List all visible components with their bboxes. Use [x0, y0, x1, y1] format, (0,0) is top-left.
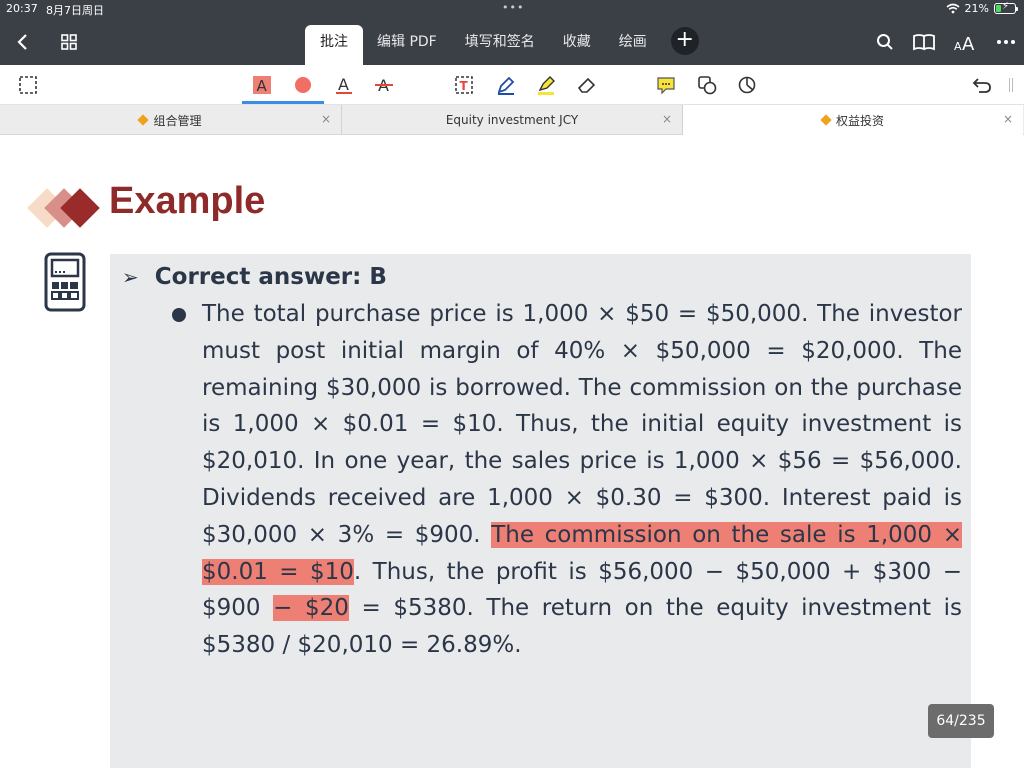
- strikethrough-text-icon[interactable]: A: [370, 71, 398, 99]
- close-tab-icon[interactable]: ×: [1003, 112, 1013, 126]
- book-icon[interactable]: [912, 33, 936, 51]
- document-tabs: 组合管理 × Equity investment JCY × 权益投资 ×: [0, 105, 1024, 135]
- toolbar-divider-icon: [1004, 71, 1018, 99]
- comment-icon[interactable]: [652, 71, 680, 99]
- doc-tab-equity-investment-jcy[interactable]: Equity investment JCY ×: [341, 105, 682, 135]
- svg-text:A: A: [954, 40, 962, 52]
- annotation-toolbar: A A A T: [0, 65, 1024, 105]
- doc-tab-portfolio[interactable]: 组合管理 ×: [0, 105, 341, 135]
- search-icon[interactable]: [876, 33, 894, 51]
- color-dot-icon[interactable]: [289, 71, 317, 99]
- highlight-annotation[interactable]: − $20: [273, 595, 349, 622]
- battery-icon: ⚡: [994, 1, 1018, 14]
- text-box-icon[interactable]: T: [450, 71, 478, 99]
- tab-fill-sign[interactable]: 填写和签名: [451, 25, 549, 65]
- orange-diamond-icon: [137, 114, 150, 126]
- status-right: 21% ⚡: [946, 1, 1018, 15]
- more-icon[interactable]: [996, 39, 1016, 45]
- underline-text-icon[interactable]: A: [330, 71, 358, 99]
- pdf-page[interactable]: Example ➢ Correct answer: B The total pu…: [0, 136, 1024, 768]
- active-tool-indicator: [242, 101, 324, 104]
- svg-text:A: A: [962, 34, 975, 52]
- slide-title: Example: [109, 180, 266, 222]
- pen-icon[interactable]: [492, 71, 520, 99]
- back-icon[interactable]: [12, 28, 32, 56]
- top-right-tools: A A: [876, 28, 1016, 56]
- lasso-icon[interactable]: [733, 71, 761, 99]
- tab-edit-pdf[interactable]: 编辑 PDF: [363, 25, 451, 65]
- diamonds-decoration-icon: [27, 188, 100, 228]
- eraser-icon[interactable]: [573, 71, 601, 99]
- grid-icon[interactable]: [58, 28, 80, 56]
- multitask-dots-icon[interactable]: •••: [502, 1, 524, 14]
- solution-text: The total purchase price is 1,000 × $50 …: [202, 301, 962, 548]
- page-indicator[interactable]: 64/235: [928, 704, 994, 738]
- text-size-icon[interactable]: A A: [954, 32, 978, 52]
- status-date: 8月7日周日: [46, 4, 104, 17]
- add-tab-button[interactable]: +: [670, 27, 699, 55]
- answer-text: Correct answer: B: [154, 264, 387, 290]
- tab-favorites[interactable]: 收藏: [549, 25, 605, 65]
- mode-tabs: 批注 编辑 PDF 填写和签名 收藏 绘画 +: [305, 25, 699, 65]
- tab-annotate[interactable]: 批注: [305, 25, 363, 65]
- highlighter-icon[interactable]: [532, 71, 560, 99]
- top-bar: 20:37 8月7日周日 ••• 21% ⚡ 批注 编辑 PDF 填写和签名 收…: [0, 0, 1024, 65]
- close-tab-icon[interactable]: ×: [662, 112, 672, 126]
- svg-text:T: T: [460, 79, 469, 93]
- status-time: 20:37: [6, 2, 38, 15]
- doc-tab-label: 权益投资: [835, 113, 884, 128]
- close-tab-icon[interactable]: ×: [321, 112, 331, 126]
- battery-percent: 21%: [964, 2, 989, 15]
- doc-tab-label: Equity investment JCY: [445, 113, 579, 127]
- doc-tab-equity-investment[interactable]: 权益投资 ×: [682, 105, 1023, 135]
- undo-icon[interactable]: [968, 71, 996, 99]
- solution-paragraph: The total purchase price is 1,000 × $50 …: [202, 296, 962, 664]
- shapes-icon[interactable]: [693, 71, 721, 99]
- doc-tab-label: 组合管理: [153, 113, 202, 128]
- svg-text:A: A: [257, 77, 268, 95]
- bullet-dot-icon: [172, 308, 186, 322]
- answer-heading: ➢ Correct answer: B: [122, 264, 387, 290]
- svg-text:A: A: [338, 75, 349, 94]
- arrow-bullet-icon: ➢: [122, 265, 139, 289]
- tab-draw[interactable]: 绘画: [605, 25, 661, 65]
- orange-diamond-icon: [820, 114, 832, 126]
- highlight-text-icon[interactable]: A: [248, 71, 276, 99]
- select-area-icon[interactable]: [14, 71, 42, 99]
- wifi-icon: [946, 3, 960, 14]
- calculator-icon: [44, 252, 86, 312]
